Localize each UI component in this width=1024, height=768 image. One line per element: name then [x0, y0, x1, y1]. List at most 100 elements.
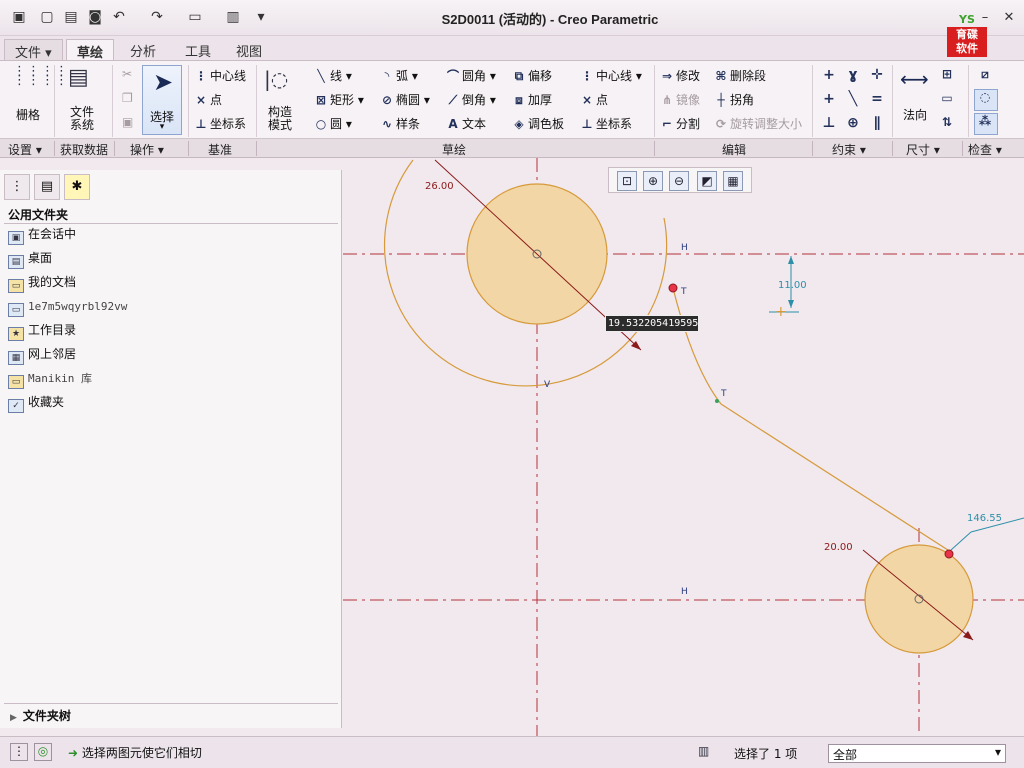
folder-item-computer[interactable]: ▭ 1e7m5wqyrbl92vw: [8, 295, 127, 317]
dim-vertical: 11.00: [778, 280, 807, 291]
coincident-constraint-icon[interactable]: ╲: [846, 91, 862, 107]
chamfer-icon: ⟋: [448, 93, 458, 107]
folder-item-documents[interactable]: ▭ 我的文档: [8, 271, 76, 293]
tab-tools[interactable]: 工具: [175, 39, 221, 60]
equal-constraint-icon[interactable]: =: [870, 91, 886, 107]
rotate-resize-button[interactable]: ⟳ 旋转调整大小: [714, 115, 802, 132]
delete-segment-button[interactable]: ⌘ 删除段: [714, 67, 766, 84]
group-settings[interactable]: 设置 ▾: [8, 141, 42, 158]
symmetric-constraint-icon[interactable]: ⊕: [846, 115, 862, 131]
sketch-centerline-button[interactable]: ⋮ 中心线 ▾: [580, 67, 642, 84]
overlap-geometry-icon[interactable]: ⧄: [978, 67, 994, 82]
selection-filter-icon[interactable]: ▥: [698, 744, 709, 758]
fillet-button[interactable]: ⌒ 圆角 ▾: [446, 67, 496, 84]
zoom-in-icon[interactable]: ⊕: [643, 171, 663, 191]
folder-item-session[interactable]: ▣ 在会话中: [8, 223, 76, 245]
folder-browser-tab-icon[interactable]: ▤: [34, 174, 60, 200]
redo-icon[interactable]: ↷: [148, 8, 166, 26]
shade-closed-loops-icon[interactable]: ◌: [974, 89, 998, 111]
navigator-tabs: ⋮ ▤ ✱: [4, 174, 94, 200]
open-folder-icon[interactable]: ▤: [62, 8, 80, 26]
favorites-tab-icon[interactable]: ✱: [64, 174, 90, 200]
tab-sketch[interactable]: 草绘: [66, 39, 115, 61]
select-button[interactable]: ➤ 选择 ▾: [142, 65, 182, 135]
separator: [892, 141, 893, 156]
cut-icon[interactable]: ✂: [122, 67, 132, 81]
spline-button[interactable]: ∿ 样条: [380, 115, 420, 132]
sketch-graphics[interactable]: + 26.00 20.00 11.00 146.55 H H T T V: [343, 158, 1024, 736]
new-file-icon[interactable]: ▢: [38, 8, 56, 26]
datum-point-button[interactable]: × 点: [194, 91, 222, 108]
rectangle-button[interactable]: ⊠ 矩形 ▾: [314, 91, 364, 108]
corner-button[interactable]: ┼ 拐角: [714, 91, 754, 108]
tangent-line: [720, 403, 952, 553]
ribbon-group-bar: 设置 ▾ 获取数据 操作 ▾ 基准 草绘 编辑 约束 ▾ 尺寸 ▾ 检查 ▾: [0, 138, 1024, 158]
horizontal-constraint-icon[interactable]: +: [822, 91, 838, 107]
zoom-out-icon[interactable]: ⊖: [669, 171, 689, 191]
folder-tree-toggle[interactable]: ▶ 文件夹树: [4, 703, 338, 725]
normal-dimension-icon: ⟷: [900, 67, 929, 91]
folder-item-working-dir[interactable]: ★ 工作目录: [8, 319, 76, 341]
chamfer-button[interactable]: ⟋ 倒角 ▾: [446, 91, 496, 108]
navigator-toggle-icon[interactable]: ⋮: [10, 743, 28, 761]
folder-item-library[interactable]: ▭ Manikin 库: [8, 367, 92, 389]
construction-mode-button[interactable]: 构造 模式: [260, 106, 300, 132]
midpoint-constraint-icon[interactable]: ✛: [870, 67, 886, 83]
sketch-canvas[interactable]: + 26.00 20.00 11.00 146.55 H H T T V: [343, 158, 1024, 736]
ellipse-button[interactable]: ⊘ 椭圆 ▾: [380, 91, 430, 108]
tab-view[interactable]: 视图: [226, 39, 272, 60]
close-window-icon[interactable]: ▥: [224, 8, 242, 26]
customize-toolbar-icon[interactable]: ▾: [252, 8, 270, 26]
title-bar: ▣ ▢ ▤ ◙ ↶ ↷ ▭ ▥ ▾ S2D0011 (活动的) - Creo P…: [0, 0, 1024, 36]
display-style-icon[interactable]: ▦: [723, 171, 743, 191]
folder-item-network[interactable]: ▦ 网上邻居: [8, 343, 76, 365]
sketch-csys-button[interactable]: ⊥ 坐标系: [580, 115, 633, 132]
window-icon[interactable]: ▭: [186, 8, 204, 26]
palette-icon: ◈: [514, 117, 524, 131]
thicken-button[interactable]: ⧈ 加厚: [512, 91, 552, 108]
file-system-button[interactable]: 文件 系统: [62, 106, 102, 132]
normal-dimension-button[interactable]: 法向: [896, 106, 934, 123]
tab-analysis[interactable]: 分析: [120, 39, 166, 60]
folder-item-desktop[interactable]: ▤ 桌面: [8, 247, 52, 269]
paste-icon[interactable]: ▣: [122, 115, 133, 129]
line-button[interactable]: ╲ 线 ▾: [314, 67, 351, 84]
group-dimension[interactable]: 尺寸 ▾: [906, 141, 940, 158]
mirror-button[interactable]: ⋔ 镜像: [660, 91, 700, 108]
dimension-ordinate-icon[interactable]: ⇅: [940, 115, 956, 129]
save-icon[interactable]: ◙: [86, 8, 104, 26]
model-tree-tab-icon[interactable]: ⋮: [4, 174, 30, 200]
grid-button[interactable]: 栅格: [10, 106, 46, 123]
group-constrain[interactable]: 约束 ▾: [832, 141, 866, 158]
arc-button[interactable]: ◝ 弧 ▾: [380, 67, 418, 84]
divide-button[interactable]: ⌐ 分割: [660, 115, 700, 132]
selection-filter-dropdown[interactable]: 全部 ▾: [828, 744, 1006, 763]
datum-centerline-button[interactable]: ⋮ 中心线: [194, 67, 246, 84]
dimension-baseline-icon[interactable]: ▭: [940, 91, 956, 105]
sketch-view-icon[interactable]: ◩: [697, 171, 717, 191]
tab-file[interactable]: 文件 ▾: [4, 39, 63, 61]
palette-button[interactable]: ◈ 调色板: [512, 115, 564, 132]
folder-item-favorites[interactable]: ✓ 收藏夹: [8, 391, 64, 413]
selection-count: 选择了 1 项: [734, 747, 798, 761]
point-icon: ×: [581, 93, 593, 107]
refit-icon[interactable]: ⊡: [617, 171, 637, 191]
offset-button[interactable]: ⧉ 偏移: [512, 67, 552, 84]
vertical-constraint-icon[interactable]: +: [822, 67, 838, 83]
group-operations[interactable]: 操作 ▾: [130, 141, 164, 158]
text-button[interactable]: A 文本: [446, 115, 486, 132]
close-icon[interactable]: ✕: [1000, 9, 1018, 27]
modify-button[interactable]: ⇒ 修改: [660, 67, 700, 84]
highlight-open-ends-icon[interactable]: ⁂: [974, 113, 998, 135]
browser-toggle-icon[interactable]: ◎: [34, 743, 52, 761]
parallel-constraint-icon[interactable]: ∥: [870, 115, 886, 131]
group-inspect[interactable]: 检查 ▾: [968, 141, 1002, 158]
sketch-point-button[interactable]: × 点: [580, 91, 608, 108]
perpendicular-constraint-icon[interactable]: ⊥: [822, 115, 838, 131]
tangent-constraint-icon[interactable]: ɣ: [846, 67, 862, 83]
copy-icon[interactable]: ❐: [122, 91, 133, 105]
dimension-ref-icon[interactable]: ⊞: [940, 67, 956, 81]
circle-button[interactable]: ○ 圆 ▾: [314, 115, 352, 132]
undo-icon[interactable]: ↶: [110, 8, 128, 26]
datum-csys-button[interactable]: ⊥ 坐标系: [194, 115, 247, 132]
